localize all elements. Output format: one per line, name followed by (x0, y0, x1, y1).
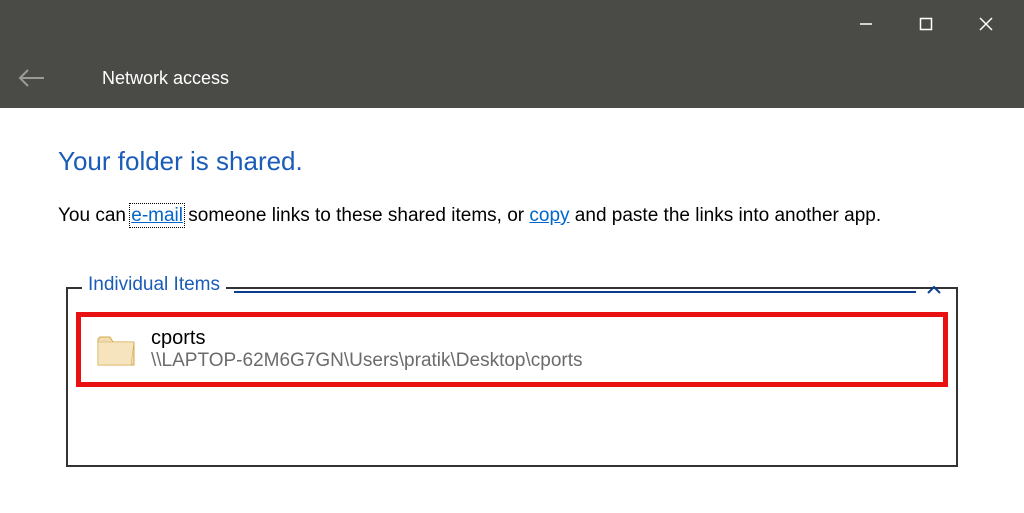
close-button[interactable] (956, 0, 1016, 48)
content-area: Your folder is shared. You can e-mail so… (0, 108, 1024, 467)
description-text: You can e-mail someone links to these sh… (58, 205, 966, 227)
collapse-icon[interactable] (926, 283, 942, 301)
desc-middle: someone links to these shared items, or (183, 205, 529, 226)
network-access-icon (66, 67, 88, 89)
item-text-block: cports \\LAPTOP-62M6G7GN\Users\pratik\De… (151, 327, 583, 372)
panel-divider-line (234, 291, 916, 293)
folder-icon (95, 329, 137, 371)
titlebar (0, 0, 1024, 48)
shared-item-row[interactable]: cports \\LAPTOP-62M6G7GN\Users\pratik\De… (76, 312, 948, 387)
desc-prefix: You can (58, 205, 131, 226)
back-button[interactable] (18, 68, 46, 88)
panel-legend: Individual Items (82, 274, 226, 296)
copy-link[interactable]: copy (529, 205, 569, 226)
item-name: cports (151, 327, 583, 350)
maximize-button[interactable] (896, 0, 956, 48)
item-path: \\LAPTOP-62M6G7GN\Users\pratik\Desktop\c… (151, 350, 583, 372)
desc-suffix: and paste the links into another app. (570, 205, 882, 226)
page-heading: Your folder is shared. (58, 146, 966, 177)
header-bar: Network access (0, 48, 1024, 108)
window-title: Network access (102, 68, 229, 89)
minimize-button[interactable] (836, 0, 896, 48)
panel-header: Individual Items (68, 286, 956, 308)
email-link[interactable]: e-mail (131, 205, 183, 226)
individual-items-panel: Individual Items cports \\LAPTOP-62M6G7G… (66, 287, 958, 467)
